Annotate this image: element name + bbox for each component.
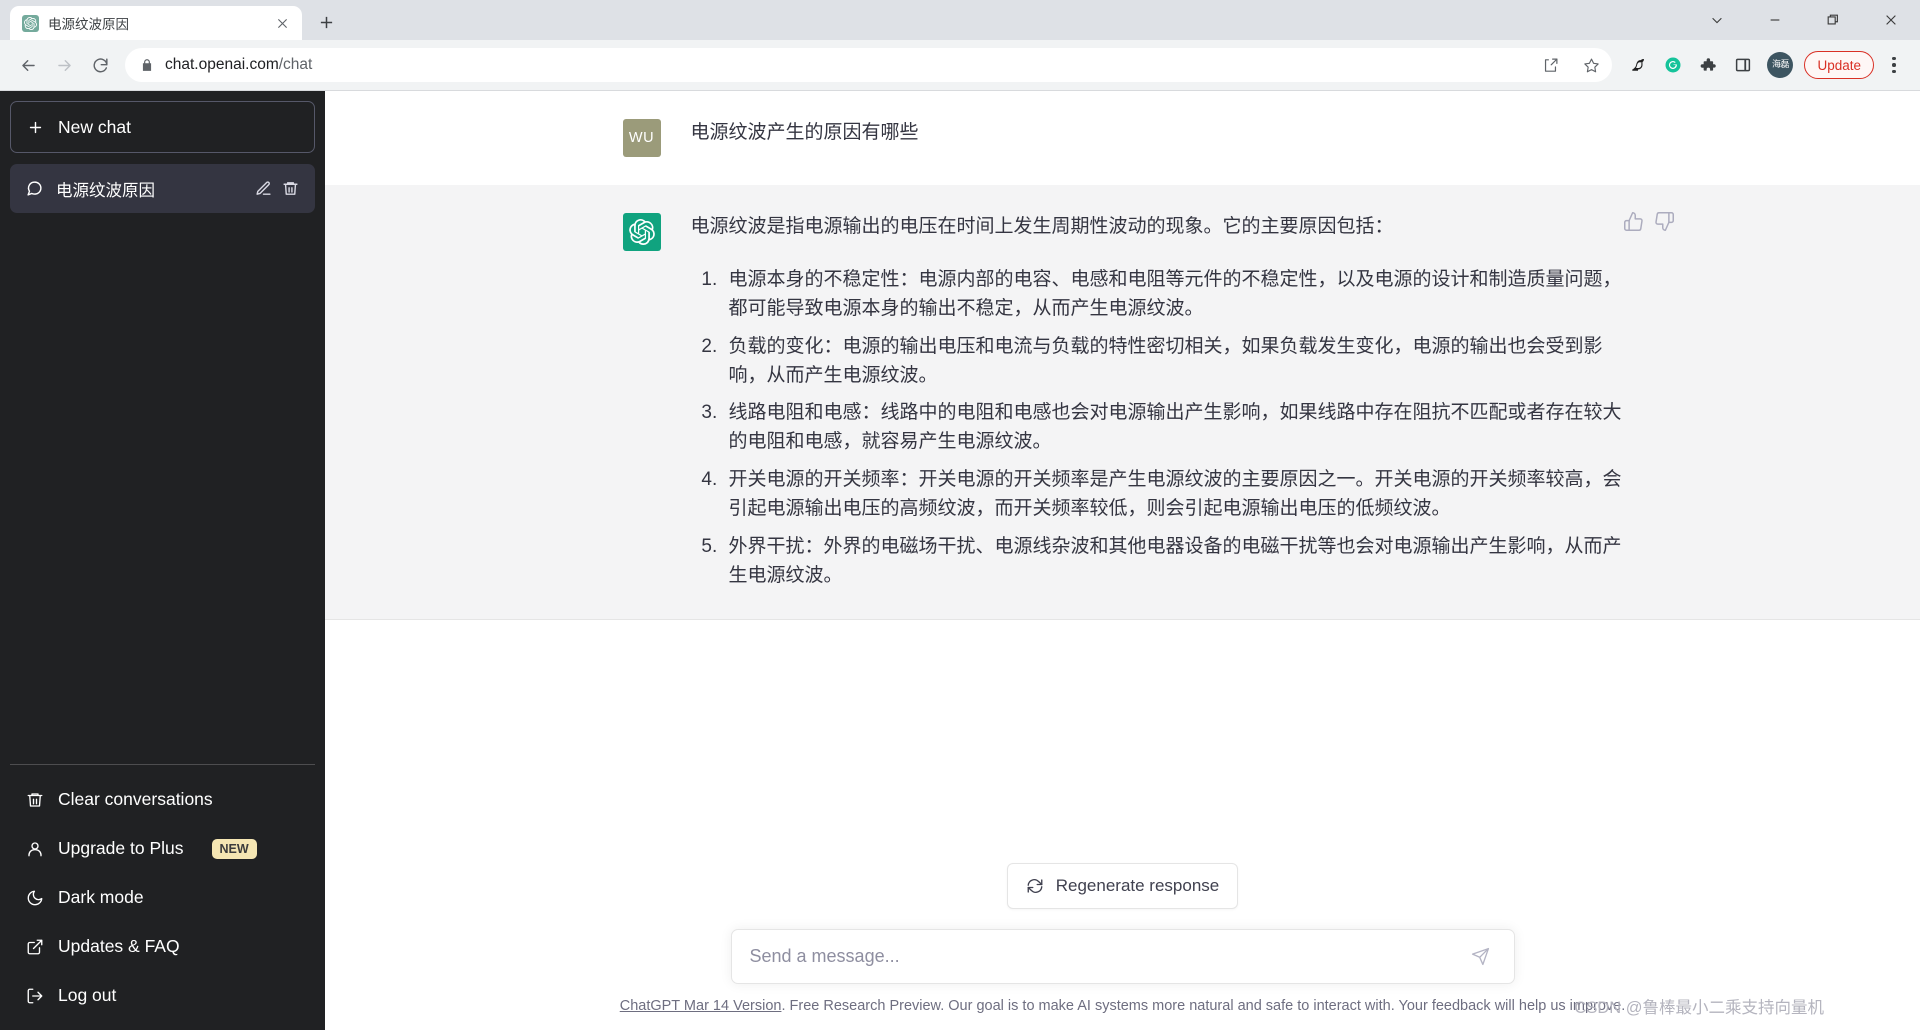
browser-tab[interactable]: 电源纹波原因 bbox=[10, 6, 302, 40]
browser-window: 电源纹波原因 chat.openai.com/chat 海磊 Update Ne… bbox=[0, 0, 1920, 1030]
composer[interactable] bbox=[730, 929, 1515, 984]
conversation-actions bbox=[255, 180, 299, 197]
bird-extension-icon[interactable] bbox=[1622, 49, 1654, 81]
sidebar-item-upgrade-to-plus[interactable]: Upgrade to Plus NEW bbox=[10, 824, 315, 873]
composer-area: Regenerate response ChatGPT Mar 14 Versi… bbox=[325, 863, 1920, 1030]
conversation-title: 电源纹波原因 bbox=[56, 181, 155, 200]
list-item: 线路电阻和电感：线路中的电阻和电感也会对电源输出产生影响，如果线路中存在阻抗不匹… bbox=[723, 399, 1623, 457]
trash-icon[interactable] bbox=[282, 180, 299, 197]
message-feedback bbox=[1623, 211, 1675, 232]
sidebar-item-clear-conversations[interactable]: Clear conversations bbox=[10, 775, 315, 824]
share-icon[interactable] bbox=[1535, 50, 1565, 80]
kebab-menu-icon[interactable] bbox=[1879, 48, 1909, 82]
list-item: 开关电源的开关频率：开关电源的开关频率是产生电源纹波的主要原因之一。开关电源的开… bbox=[723, 466, 1623, 524]
sidebar-item-label: Dark mode bbox=[58, 887, 144, 907]
openai-logo-icon bbox=[628, 219, 655, 245]
restore-icon[interactable] bbox=[1804, 0, 1862, 40]
plus-icon bbox=[29, 121, 42, 133]
message-body: 电源纹波产生的原因有哪些 bbox=[691, 119, 1623, 157]
sidebar-item-label: Upgrade to Plus bbox=[58, 838, 184, 858]
chevron-down-icon[interactable] bbox=[1688, 0, 1746, 40]
url-path: /chat bbox=[278, 56, 313, 73]
footer-disclaimer: ChatGPT Mar 14 Version. Free Research Pr… bbox=[325, 984, 1920, 1020]
sidebar-footer: Clear conversations Upgrade to Plus NEW … bbox=[10, 764, 315, 1020]
openai-logo-icon bbox=[22, 14, 39, 32]
list-item: 负载的变化：电源的输出电压和电流与负载的特性密切相关，如果负载发生变化，电源的输… bbox=[723, 333, 1623, 391]
sidebar: New chat 电源纹波原因 Clear conversations Upgr… bbox=[0, 91, 325, 1030]
message-thread: WU 电源纹波产生的原因有哪些 电源纹波是指电源输出的电压在时间上发生周期性波动… bbox=[325, 91, 1920, 863]
reload-icon[interactable] bbox=[83, 48, 117, 82]
message-assistant: 电源纹波是指电源输出的电压在时间上发生周期性波动的现象。它的主要原因包括： 电源… bbox=[325, 185, 1920, 620]
close-icon[interactable] bbox=[1862, 0, 1920, 40]
logout-icon bbox=[27, 988, 43, 1003]
status-badge: NEW bbox=[211, 838, 257, 859]
assistant-intro-text: 电源纹波是指电源输出的电压在时间上发生周期性波动的现象。它的主要原因包括： bbox=[690, 216, 1394, 237]
message-input[interactable] bbox=[749, 930, 1466, 983]
external-link-icon bbox=[27, 939, 43, 954]
tab-strip: 电源纹波原因 bbox=[0, 0, 341, 40]
star-icon[interactable] bbox=[1576, 50, 1606, 80]
send-icon[interactable] bbox=[1466, 942, 1496, 972]
assistant-list: 电源本身的不稳定性：电源内部的电容、电感和电阻等元件的不稳定性，以及电源的设计和… bbox=[691, 266, 1623, 591]
user-message-text: 电源纹波产生的原因有哪些 bbox=[690, 122, 919, 143]
forward-arrow-icon[interactable] bbox=[47, 48, 81, 82]
new-chat-button[interactable]: New chat bbox=[10, 101, 315, 153]
thumbs-up-icon[interactable] bbox=[1623, 211, 1644, 232]
refresh-icon bbox=[1027, 879, 1043, 893]
thumbs-down-icon[interactable] bbox=[1654, 211, 1675, 232]
message-user: WU 电源纹波产生的原因有哪些 bbox=[325, 91, 1920, 185]
close-icon[interactable] bbox=[272, 13, 292, 33]
browser-titlebar: 电源纹波原因 bbox=[0, 0, 1920, 40]
chat-main: WU 电源纹波产生的原因有哪些 电源纹波是指电源输出的电压在时间上发生周期性波动… bbox=[325, 91, 1920, 1030]
side-panel-icon[interactable] bbox=[1727, 49, 1759, 81]
version-link[interactable]: ChatGPT Mar 14 Version bbox=[620, 998, 782, 1014]
message-body: 电源纹波是指电源输出的电压在时间上发生周期性波动的现象。它的主要原因包括： 电源… bbox=[691, 213, 1623, 591]
regenerate-row: Regenerate response bbox=[325, 863, 1920, 909]
sidebar-item-label: Log out bbox=[58, 985, 117, 1005]
sidebar-item-updates-faq[interactable]: Updates & FAQ bbox=[10, 922, 315, 971]
sidebar-item-log-out[interactable]: Log out bbox=[10, 971, 315, 1020]
disclaimer-text: . Free Research Preview. Our goal is to … bbox=[781, 998, 1626, 1014]
avatar bbox=[622, 213, 661, 251]
pencil-icon[interactable] bbox=[255, 180, 272, 197]
conversation-item[interactable]: 电源纹波原因 bbox=[10, 164, 315, 213]
back-arrow-icon[interactable] bbox=[11, 48, 45, 82]
avatar: WU bbox=[622, 119, 661, 157]
address-bar-url: chat.openai.com/chat bbox=[165, 56, 1524, 74]
regenerate-response-button[interactable]: Regenerate response bbox=[1006, 863, 1239, 909]
new-tab-button[interactable] bbox=[311, 7, 341, 37]
composer-wrap bbox=[325, 929, 1920, 984]
browser-toolbar: chat.openai.com/chat 海磊 Update bbox=[0, 40, 1920, 91]
window-controls bbox=[1688, 0, 1920, 40]
tab-title: 电源纹波原因 bbox=[48, 17, 129, 32]
update-button[interactable]: Update bbox=[1804, 51, 1874, 79]
sidebar-item-label: Clear conversations bbox=[58, 789, 213, 809]
trash-icon bbox=[27, 792, 43, 807]
lock-icon bbox=[140, 58, 154, 72]
profile-avatar[interactable]: 海磊 bbox=[1767, 52, 1794, 78]
conversation-list: 电源纹波原因 bbox=[10, 164, 315, 764]
puzzle-extensions-icon[interactable] bbox=[1692, 49, 1724, 81]
minimize-icon[interactable] bbox=[1746, 0, 1804, 40]
extension-icons: 海磊 Update bbox=[1622, 48, 1909, 82]
moon-icon bbox=[27, 890, 43, 905]
page-content: New chat 电源纹波原因 Clear conversations Upgr… bbox=[0, 91, 1920, 1030]
sidebar-item-dark-mode[interactable]: Dark mode bbox=[10, 873, 315, 922]
grammarly-extension-icon[interactable] bbox=[1657, 49, 1689, 81]
url-host: chat.openai.com bbox=[165, 56, 279, 73]
new-chat-label: New chat bbox=[58, 116, 131, 137]
list-item: 电源本身的不稳定性：电源内部的电容、电感和电阻等元件的不稳定性，以及电源的设计和… bbox=[723, 266, 1623, 324]
sidebar-item-label: Updates & FAQ bbox=[58, 936, 180, 956]
regenerate-label: Regenerate response bbox=[1055, 876, 1220, 895]
person-icon bbox=[28, 841, 42, 856]
chat-bubble-icon bbox=[27, 181, 42, 196]
address-bar[interactable]: chat.openai.com/chat bbox=[125, 48, 1613, 82]
list-item: 外界干扰：外界的电磁场干扰、电源线杂波和其他电器设备的电磁干扰等也会对电源输出产… bbox=[723, 533, 1623, 591]
